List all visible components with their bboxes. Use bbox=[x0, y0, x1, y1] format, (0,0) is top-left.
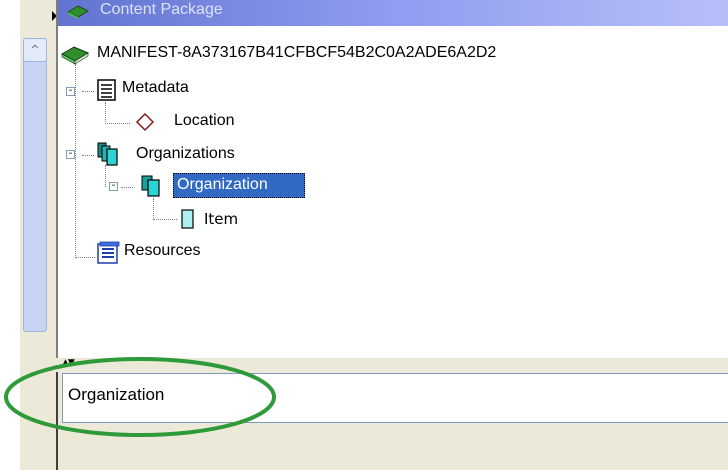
tree-line bbox=[105, 123, 130, 124]
collapse-toggle[interactable]: - bbox=[109, 181, 118, 191]
tree-line bbox=[121, 187, 133, 188]
tree-line bbox=[153, 219, 177, 220]
collapse-toggle[interactable]: - bbox=[66, 149, 75, 159]
tree-node-resources[interactable]: Resources bbox=[124, 242, 200, 260]
vertical-scrollbar[interactable] bbox=[23, 38, 47, 332]
panel-title: Content Package bbox=[100, 1, 223, 18]
book-icon bbox=[60, 46, 90, 65]
tree-line bbox=[82, 155, 94, 156]
document-icon bbox=[97, 79, 116, 101]
tree-node-manifest[interactable]: MANIFEST-8A373167B41CFBCF54B2C0A2ADE6A2D… bbox=[97, 44, 496, 62]
tree-node-metadata[interactable]: Metadata bbox=[122, 79, 189, 97]
book-icon bbox=[66, 5, 90, 19]
tree-line bbox=[82, 91, 94, 92]
folder-icon bbox=[141, 175, 160, 197]
tree-node-organizations[interactable]: Organizations bbox=[136, 145, 235, 163]
tree-line bbox=[75, 257, 95, 258]
tree-line bbox=[153, 198, 154, 220]
tree-line bbox=[105, 102, 106, 124]
tree-node-location[interactable]: Location bbox=[174, 112, 235, 130]
diamond-icon bbox=[135, 112, 155, 132]
resources-icon bbox=[97, 241, 120, 264]
collapse-toggle[interactable]: - bbox=[66, 86, 75, 96]
tree-line bbox=[105, 165, 106, 187]
folders-icon bbox=[97, 142, 118, 166]
tree-node-item[interactable]: Item bbox=[204, 210, 238, 228]
tree-node-organization[interactable]: Organization bbox=[177, 176, 268, 194]
scroll-up-button[interactable]: ^ bbox=[23, 38, 47, 62]
highlight-ellipse bbox=[4, 357, 276, 437]
page-icon bbox=[181, 209, 194, 229]
tree-line bbox=[75, 64, 76, 258]
